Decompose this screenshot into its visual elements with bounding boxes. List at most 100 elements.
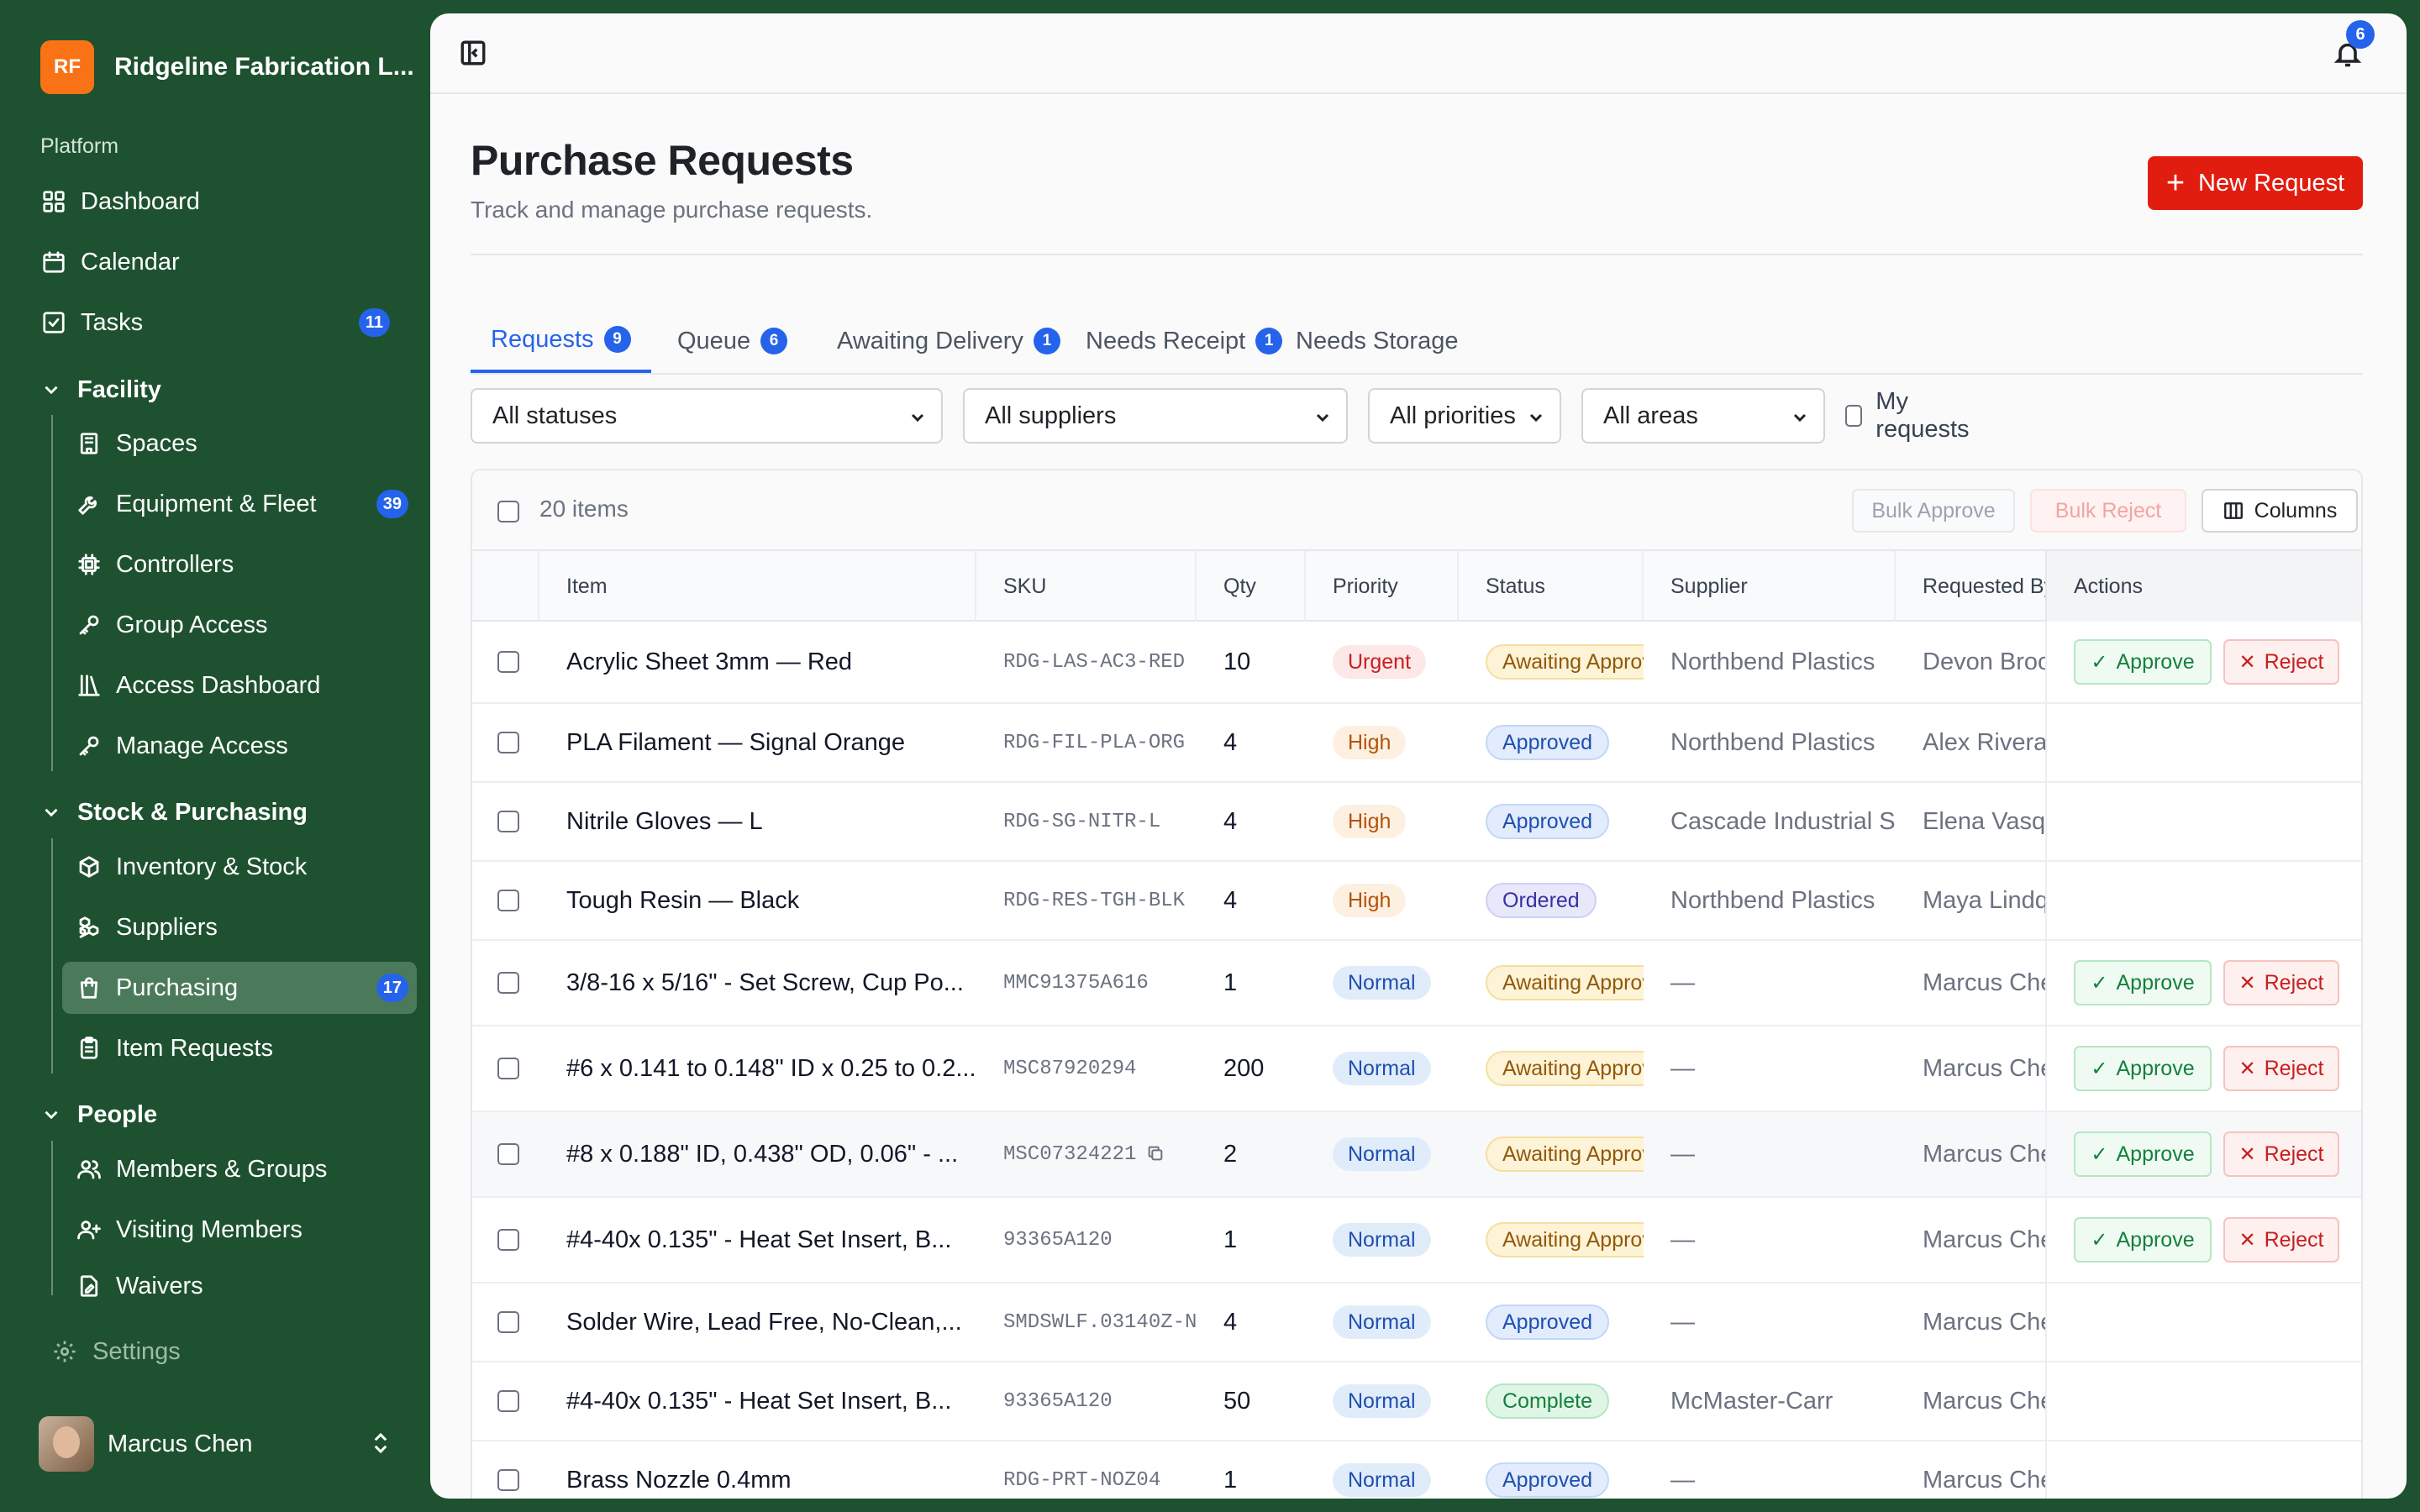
bulk-reject-button[interactable]: Bulk Reject (2030, 489, 2186, 533)
item-name[interactable]: #4-40x 0.135" - Heat Set Insert, B... (566, 1226, 951, 1254)
header-requested-by[interactable]: Requested By (1896, 551, 2055, 622)
header-item[interactable]: Item (539, 551, 976, 622)
sidebar-item-purchasing[interactable]: Purchasing 17 (62, 962, 417, 1014)
tab-requests[interactable]: Requests 9 (471, 309, 651, 373)
reject-button[interactable]: ✕ Reject (2223, 1046, 2339, 1091)
header-priority[interactable]: Priority (1306, 551, 1459, 622)
sidebar-item-group-access[interactable]: Group Access (62, 599, 417, 651)
item-name[interactable]: #4-40x 0.135" - Heat Set Insert, B... (566, 1388, 951, 1415)
sidebar-item-visiting-members[interactable]: Visiting Members (62, 1204, 417, 1256)
requested-by: Marcus Chen (1923, 1466, 2047, 1494)
copy-icon[interactable] (1146, 1144, 1165, 1163)
item-name[interactable]: Brass Nozzle 0.4mm (566, 1467, 792, 1494)
sidebar-item-manage-access[interactable]: Manage Access (62, 720, 417, 772)
user-menu[interactable]: Marcus Chen (39, 1416, 395, 1472)
approve-button[interactable]: ✓ Approve (2074, 639, 2212, 685)
check-icon: ✓ (2091, 1142, 2108, 1166)
supplier-name: — (1670, 1054, 1695, 1082)
approve-button[interactable]: ✓ Approve (2074, 960, 2212, 1005)
approve-button[interactable]: ✓ Approve (2074, 1217, 2212, 1263)
priority-filter-select[interactable]: All priorities (1368, 388, 1561, 444)
supplier-name: McMaster-Carr (1670, 1387, 1833, 1415)
table-row[interactable]: Brass Nozzle 0.4mm RDG-PRT-NOZ04 1 Normal Ap… (472, 1441, 2361, 1499)
item-name[interactable]: Tough Resin — Black (566, 887, 799, 915)
sidebar-item-equipment[interactable]: Equipment & Fleet 39 (62, 478, 417, 530)
table-row[interactable]: Solder Wire, Lead Free, No-Clean,... SMDS… (472, 1284, 2361, 1362)
sidebar-toggle-icon[interactable] (459, 39, 489, 69)
header-sku[interactable]: SKU (976, 551, 1197, 622)
area-filter-select[interactable]: All areas (1581, 388, 1825, 444)
item-name[interactable]: Acrylic Sheet 3mm — Red (566, 648, 852, 676)
sku-text: RDG-RES-TGH-BLK (1003, 889, 1186, 912)
supplier-filter-select[interactable]: All suppliers (963, 388, 1348, 444)
org-switcher[interactable]: RF Ridgeline Fabrication L... (40, 40, 414, 94)
tab-awaiting-delivery[interactable]: Awaiting Delivery 1 (817, 309, 1081, 373)
requested-by: Marcus Chen (1923, 1308, 2047, 1336)
approve-button[interactable]: ✓ Approve (2074, 1131, 2212, 1177)
sidebar-item-calendar[interactable]: Calendar (40, 237, 398, 287)
section-people-toggle[interactable]: People (40, 1092, 157, 1137)
sidebar-item-controllers[interactable]: Controllers (62, 538, 417, 591)
item-name[interactable]: #8 x 0.188" ID, 0.438" OD, 0.06" - ... (566, 1141, 958, 1168)
table-row[interactable]: #8 x 0.188" ID, 0.438" OD, 0.06" - ... MS… (472, 1112, 2361, 1198)
item-name[interactable]: Solder Wire, Lead Free, No-Clean,... (566, 1309, 962, 1336)
my-requests-filter[interactable]: My requests (1845, 388, 1974, 444)
row-checkbox[interactable] (497, 1311, 519, 1333)
header-supplier[interactable]: Supplier (1644, 551, 1896, 622)
select-all-checkbox[interactable] (497, 501, 519, 522)
row-checkbox[interactable] (497, 1143, 519, 1165)
table-row[interactable]: Nitrile Gloves — L RDG-SG-NITR-L 4 High Appr… (472, 783, 2361, 862)
reject-button[interactable]: ✕ Reject (2223, 1131, 2339, 1177)
reject-button[interactable]: ✕ Reject (2223, 639, 2339, 685)
columns-button[interactable]: Columns (2202, 489, 2358, 533)
table-row[interactable]: #6 x 0.141 to 0.148" ID x 0.25 to 0.2...… (472, 1026, 2361, 1112)
sidebar-item-waivers[interactable]: Waivers (62, 1264, 417, 1298)
row-checkbox[interactable] (497, 890, 519, 911)
row-checkbox[interactable] (497, 651, 519, 673)
bulk-approve-button[interactable]: Bulk Approve (1852, 489, 2015, 533)
item-name[interactable]: 3/8-16 x 5/16" - Set Screw, Cup Po... (566, 969, 964, 997)
item-name[interactable]: Nitrile Gloves — L (566, 808, 763, 836)
row-checkbox[interactable] (497, 972, 519, 994)
item-name[interactable]: #6 x 0.141 to 0.148" ID x 0.25 to 0.2... (566, 1055, 976, 1083)
new-request-button[interactable]: + New Request (2148, 156, 2363, 210)
table-row[interactable]: Acrylic Sheet 3mm — Red RDG-LAS-AC3-RED 10… (472, 622, 2361, 704)
table-row[interactable]: #4-40x 0.135" - Heat Set Insert, B... 933… (472, 1362, 2361, 1441)
header-qty[interactable]: Qty (1197, 551, 1306, 622)
section-divider (51, 838, 53, 1074)
sidebar-item-members[interactable]: Members & Groups (62, 1143, 417, 1195)
row-checkbox[interactable] (497, 1229, 519, 1251)
table-row[interactable]: 3/8-16 x 5/16" - Set Screw, Cup Po... MMC… (472, 941, 2361, 1026)
table-row[interactable]: PLA Filament — Signal Orange RDG-FIL-PLA-… (472, 704, 2361, 783)
tab-needs-receipt[interactable]: Needs Receipt 1 (1065, 309, 1302, 373)
header-status[interactable]: Status (1459, 551, 1644, 622)
status-filter-select[interactable]: All statuses (471, 388, 943, 444)
row-checkbox[interactable] (497, 1469, 519, 1491)
row-checkbox[interactable] (497, 1058, 519, 1079)
sidebar-item-tasks[interactable]: Tasks 11 (40, 297, 398, 348)
sidebar-item-settings[interactable]: Settings (52, 1327, 181, 1376)
approve-label: Approve (2116, 1056, 2195, 1080)
row-checkbox[interactable] (497, 811, 519, 832)
row-checkbox[interactable] (497, 732, 519, 753)
item-name[interactable]: PLA Filament — Signal Orange (566, 729, 905, 757)
row-checkbox[interactable] (497, 1390, 519, 1412)
bell-icon[interactable]: 6 (2333, 20, 2375, 72)
tab-needs-storage[interactable]: Needs Storage (1276, 309, 1478, 373)
table-row[interactable]: #4-40x 0.135" - Heat Set Insert, B... 933… (472, 1198, 2361, 1284)
my-requests-checkbox[interactable] (1845, 405, 1863, 427)
status-badge: Complete (1486, 1383, 1609, 1419)
reject-button[interactable]: ✕ Reject (2223, 1217, 2339, 1263)
sidebar-item-spaces[interactable]: Spaces (62, 417, 417, 470)
sidebar-item-inventory[interactable]: Inventory & Stock (62, 841, 417, 893)
section-stock-toggle[interactable]: Stock & Purchasing (40, 790, 308, 835)
reject-button[interactable]: ✕ Reject (2223, 960, 2339, 1005)
section-facility-toggle[interactable]: Facility (40, 367, 161, 412)
sidebar-item-dashboard[interactable]: Dashboard (40, 176, 398, 227)
sidebar-item-access-dashboard[interactable]: Access Dashboard (62, 659, 417, 711)
tab-queue[interactable]: Queue 6 (657, 309, 808, 373)
sidebar-item-item-requests[interactable]: Item Requests (62, 1022, 417, 1074)
table-row[interactable]: Tough Resin — Black RDG-RES-TGH-BLK 4 High O… (472, 862, 2361, 941)
approve-button[interactable]: ✓ Approve (2074, 1046, 2212, 1091)
sidebar-item-suppliers[interactable]: Suppliers (62, 901, 417, 953)
